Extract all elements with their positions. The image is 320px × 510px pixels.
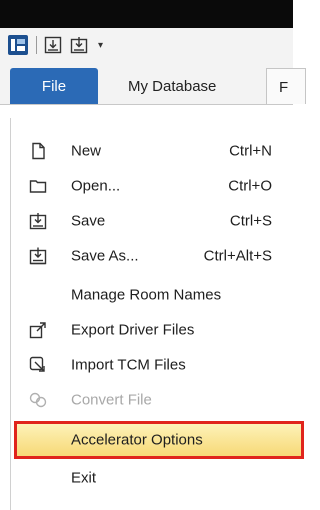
menu-label: Open... xyxy=(71,177,121,195)
menu-item-exit[interactable]: Exit xyxy=(11,461,294,495)
folder-icon xyxy=(29,180,47,193)
menu-label: Convert File xyxy=(71,391,152,409)
export-icon xyxy=(29,322,46,339)
save-as-icon[interactable] xyxy=(70,36,88,54)
import-icon xyxy=(29,356,45,372)
menu-label: Manage Room Names xyxy=(71,286,222,304)
window-title-bar xyxy=(0,0,293,28)
shortcut-label: Ctrl+O xyxy=(228,177,272,195)
customize-dropdown-icon[interactable]: ▾ xyxy=(98,40,103,51)
file-menu: New Ctrl+N Open... Ctrl+O Save Ctrl+S Sa… xyxy=(10,118,304,510)
app-logo-icon[interactable] xyxy=(8,35,28,55)
save-icon[interactable] xyxy=(44,36,62,54)
menu-item-save[interactable]: Save Ctrl+S xyxy=(11,204,294,238)
new-document-icon xyxy=(32,142,45,160)
menu-item-export-driver-files[interactable]: Export Driver Files xyxy=(11,313,294,347)
tab-file[interactable]: File xyxy=(10,68,98,104)
menu-label: Accelerator Options xyxy=(71,431,203,449)
convert-icon xyxy=(29,392,47,408)
menu-item-save-as[interactable]: Save As... Ctrl+Alt+S xyxy=(11,239,294,273)
menu-label: Save As... xyxy=(71,247,139,265)
menu-label: Import TCM Files xyxy=(71,356,186,374)
shortcut-label: Ctrl+Alt+S xyxy=(203,247,272,265)
menu-item-new[interactable]: New Ctrl+N xyxy=(11,134,294,168)
menu-item-open[interactable]: Open... Ctrl+O xyxy=(11,169,294,203)
menu-label: Save xyxy=(71,212,106,230)
menu-item-import-tcm-files[interactable]: Import TCM Files xyxy=(11,348,294,382)
menu-item-manage-room-names[interactable]: Manage Room Names xyxy=(11,278,294,312)
menu-label: Exit xyxy=(71,469,97,487)
toolbar-separator xyxy=(36,36,37,54)
quick-access-toolbar: ▾ xyxy=(0,28,293,62)
tab-partial[interactable]: F xyxy=(266,68,306,104)
save-as-icon xyxy=(29,247,47,265)
ribbon-tab-bar: File My Database F xyxy=(0,62,306,105)
save-icon xyxy=(29,213,47,230)
menu-item-accelerator-options[interactable]: Accelerator Options xyxy=(14,421,304,459)
menu-label: New xyxy=(71,142,102,160)
menu-item-convert-file: Convert File xyxy=(11,383,294,417)
tab-my-database[interactable]: My Database xyxy=(128,78,216,95)
shortcut-label: Ctrl+N xyxy=(229,142,272,160)
shortcut-label: Ctrl+S xyxy=(229,212,272,230)
menu-label: Export Driver Files xyxy=(71,321,195,339)
